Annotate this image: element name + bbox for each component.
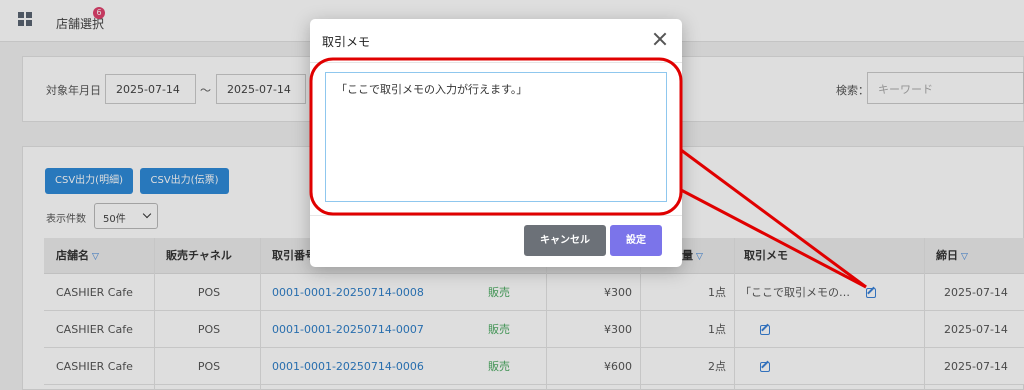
dialog-title: 取引メモ (322, 35, 371, 49)
dialog-header: 取引メモ (310, 19, 682, 63)
cancel-button[interactable]: キャンセル (524, 225, 606, 256)
close-icon[interactable] (652, 31, 668, 47)
memo-dialog: 取引メモ 「ここで取引メモの入力が行えます。」 キャンセル 設定 (310, 19, 682, 267)
memo-textarea[interactable]: 「ここで取引メモの入力が行えます。」 (325, 72, 667, 202)
dialog-footer: キャンセル 設定 (310, 215, 682, 267)
set-button[interactable]: 設定 (610, 225, 662, 256)
